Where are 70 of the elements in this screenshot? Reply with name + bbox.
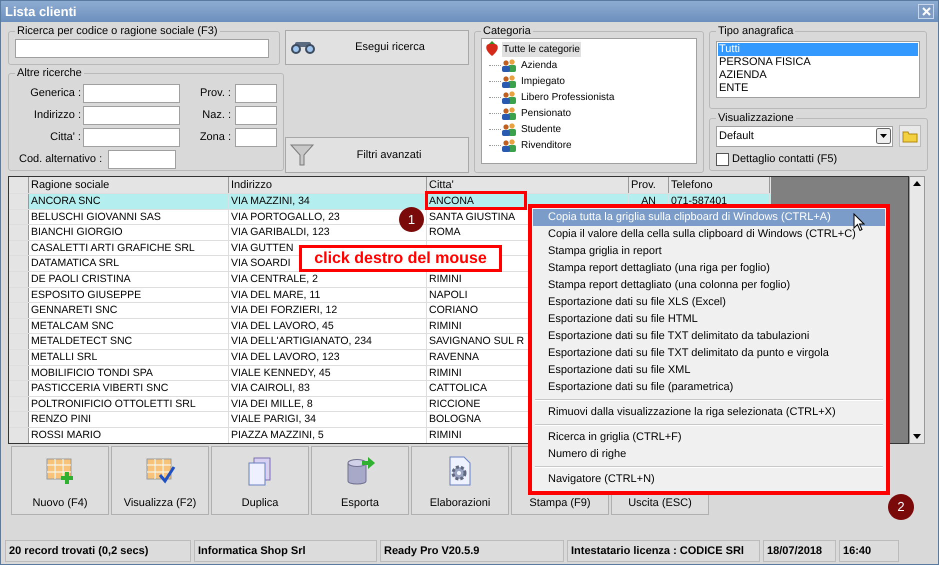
status-panel: Ready Pro V20.5.9 [380, 540, 564, 562]
group-title: Ricerca per codice o ragione sociale (F3) [16, 25, 219, 38]
table-cell: VIA MAZZINI, 34 [231, 195, 310, 207]
window-title: Lista clienti [5, 2, 77, 21]
group-title: Altre ricerche [16, 67, 83, 80]
table-cell: BIANCHI GIORGIO [31, 226, 123, 238]
table-cell: 071-587401 [671, 195, 728, 207]
status-panel: 20 record trovati (0,2 secs) [5, 540, 191, 562]
table-cell: RENZO PINI [31, 413, 92, 426]
table-cell: METALCAM SNC [31, 320, 114, 332]
table-cell: CASALETTI ARTI GRAFICHE SRL [31, 242, 195, 254]
table-cell: VIA GARIBALDI, 123 [231, 226, 330, 238]
table-cell: VIA CAIROLI, 83 [231, 382, 310, 394]
table-cell: ANCONA [429, 195, 474, 207]
field-label: Indirizzo : [32, 108, 82, 123]
table-cell: PIAZZA MAZZINI, 5 [231, 428, 324, 441]
table-cell: VIA DEI MILLE, 8 [231, 398, 313, 410]
field-label: Prov. : [199, 86, 232, 101]
table-cell: VIA GUTTEN [231, 242, 294, 254]
table-cell: ROSSI MARIO [31, 428, 102, 441]
table-cell: ESPOSITO GIUSEPPE [31, 288, 142, 301]
table-cell: RIMINI [429, 320, 462, 332]
step-marker: 2 [888, 494, 914, 520]
table-cell: DATAMATICA SRL [31, 257, 120, 270]
status-panel: Intestatario licenza : CODICE SRl [567, 540, 760, 562]
table-cell: SANTA GIUSTINA [429, 210, 516, 223]
group-title: Visualizzazione [717, 112, 795, 125]
table-cell: VIA PORTOGALLO, 23 [231, 210, 340, 223]
group-title: Categoria [482, 25, 532, 38]
table-cell: VIA DEL LAVORO, 123 [231, 350, 340, 363]
table-cell: DE PAOLI CRISTINA [31, 272, 131, 285]
table-cell: VIA DEL MARE, 11 [231, 288, 320, 301]
table-cell: VIALE PARIGI, 34 [231, 413, 316, 426]
table-cell: BELUSCHI GIOVANNI SAS [31, 210, 161, 223]
status-panel: Informatica Shop Srl [194, 540, 377, 562]
table-cell: AN [641, 195, 656, 207]
table-cell: CORIANO [429, 304, 478, 316]
table-cell: RIMINI [429, 366, 462, 379]
table-cell: MOBILIFICIO TONDI SPA [31, 366, 153, 379]
field-label: Cod. alternativo : [18, 152, 104, 167]
table-cell: NAPOLI [429, 288, 468, 301]
table-cell: VIA CENTRALE, 2 [231, 272, 318, 285]
table-cell: ROMA [429, 226, 460, 238]
table-cell: PASTICCERIA VIBERTI SNC [31, 382, 168, 394]
checkbox-label: Dettaglio contatti (F5) [732, 152, 838, 167]
table-cell: RICCIONE [429, 398, 480, 410]
table-cell: VIA SOARDI [231, 257, 291, 270]
status-panel: 18/07/2018 [763, 540, 836, 562]
group-title: Tipo anagrafica [717, 25, 794, 38]
table-cell: VIA DEL LAVORO, 45 [231, 320, 334, 332]
field-label: Naz. : [201, 108, 232, 123]
table-cell: CATTOLICA [429, 382, 487, 394]
field-label: Zona : [198, 130, 232, 145]
table-cell: ANCORA SNC [31, 195, 100, 207]
table-cell: BOLOGNA [429, 413, 481, 426]
table-cell: SAVIGNANO SUL R [429, 335, 524, 348]
table-cell: METALLI SRL [31, 350, 98, 363]
table-cell: METALDETECT SNC [31, 335, 132, 348]
table-cell: VIALE KENNEDY, 45 [231, 366, 331, 379]
status-panel: 16:40 [839, 540, 899, 562]
table-cell: RAVENNA [429, 350, 479, 363]
table-cell: VIA DELL'ARTIGIANATO, 234 [231, 335, 372, 348]
table-cell: GENNARETI SNC [31, 304, 118, 316]
table-cell: RIMINI [429, 272, 462, 285]
field-label: Generica : [29, 86, 82, 101]
callout-label: click destro del mouse [299, 245, 502, 272]
table-cell: RIMINI [429, 428, 462, 441]
field-label: Citta' : [49, 130, 82, 145]
table-cell: POLTRONIFICIO OTTOLETTI SRL [31, 398, 196, 410]
table-cell: VIA DEI FORZIERI, 12 [231, 304, 338, 316]
